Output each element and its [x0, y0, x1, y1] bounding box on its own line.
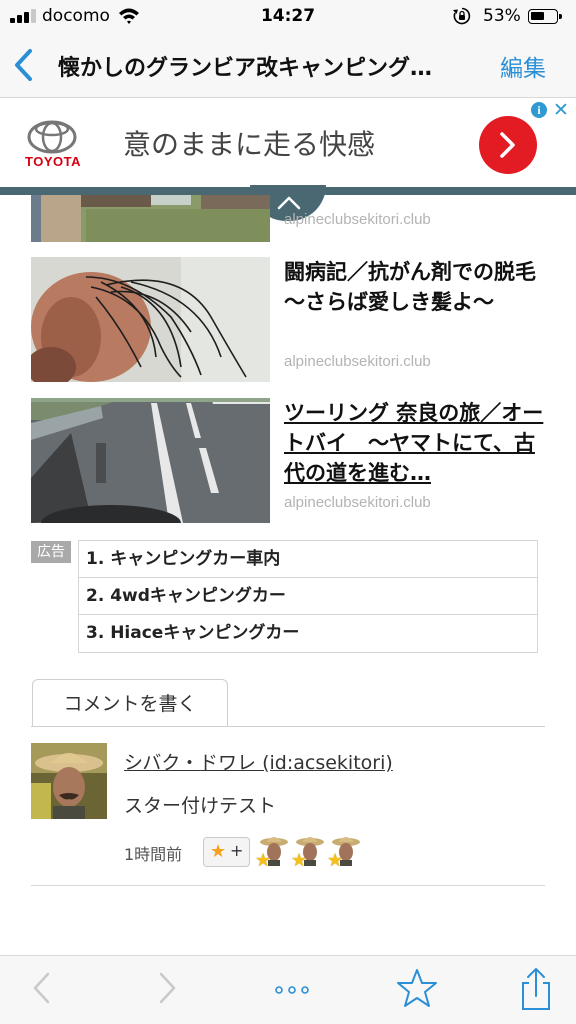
ad-close-icon[interactable]: ✕	[553, 99, 569, 121]
comment-author-link[interactable]: シバク・ドワレ (id:acsekitori)	[124, 748, 393, 775]
article-thumbnail	[31, 257, 270, 382]
ad-go-button[interactable]	[479, 116, 537, 174]
star-giver-avatar[interactable]: ★	[291, 834, 327, 871]
star-icon: ★	[255, 850, 272, 871]
back-chevron-icon[interactable]	[10, 46, 40, 84]
back-arrow-icon[interactable]	[28, 966, 54, 1010]
related-ad-item[interactable]: 3. Hiaceキャンピングカー	[79, 615, 537, 652]
bottom-toolbar	[0, 955, 576, 1024]
article-card[interactable]: ツーリング 奈良の旅／オートバイ 〜ヤマトにて、古代の道を進む… alpinec…	[31, 398, 544, 524]
star-icon: ★	[327, 850, 344, 871]
star-icon: ★	[210, 841, 227, 862]
article-source: alpineclubsekitori.club	[284, 494, 431, 511]
add-star-label: +	[230, 841, 244, 860]
star-icon: ★	[291, 850, 308, 871]
star-giver-avatar[interactable]: ★	[255, 834, 291, 871]
forward-arrow-icon[interactable]	[155, 966, 181, 1010]
ad-brand-name: TOYOTA	[25, 154, 81, 169]
share-icon[interactable]	[518, 966, 554, 1012]
status-bar: docomo 14:27 53%	[0, 0, 576, 32]
article-source: alpineclubsekitori.club	[284, 211, 431, 228]
more-dots-icon[interactable]	[274, 966, 312, 1010]
star-giver-avatar[interactable]: ★	[327, 834, 363, 871]
comment-divider	[31, 726, 545, 727]
comment-timestamp: 1時間前	[124, 845, 183, 864]
article-title-link[interactable]: ツーリング 奈良の旅／オートバイ 〜ヤマトにて、古代の道を進む…	[284, 398, 544, 488]
related-ad-item[interactable]: 2. 4wdキャンピングカー	[79, 578, 537, 615]
comment-bottom-divider	[31, 885, 545, 886]
battery-percent: 53%	[483, 6, 521, 26]
edit-button[interactable]: 編集	[500, 49, 546, 83]
article-card[interactable]: 闘病記／抗がん剤での脱毛 〜さらば愛しき髪よ〜 alpineclubsekito…	[31, 257, 541, 383]
related-ad-list: 1. キャンピングカー車内 2. 4wdキャンピングカー 3. Hiaceキャン…	[78, 540, 538, 653]
star-icon[interactable]	[396, 966, 438, 1010]
article-card[interactable]: alpineclubsekitori.club	[31, 195, 541, 242]
related-ad-item[interactable]: 1. キャンピングカー車内	[79, 541, 537, 578]
ad-info-icon[interactable]: i	[531, 102, 547, 118]
article-source: alpineclubsekitori.club	[284, 353, 431, 370]
ad-headline: 意のままに走る快感	[123, 128, 376, 161]
article-title[interactable]: 闘病記／抗がん剤での脱毛 〜さらば愛しき髪よ〜	[284, 257, 544, 317]
write-comment-button[interactable]: コメントを書く	[32, 679, 228, 727]
chevron-right-icon	[500, 132, 515, 158]
article-thumbnail	[31, 195, 270, 242]
ad-label-badge: 広告	[31, 541, 71, 563]
battery-icon	[528, 9, 562, 24]
add-star-button[interactable]: ★ +	[203, 837, 250, 867]
article-thumbnail	[31, 398, 270, 523]
orientation-lock-icon	[453, 7, 471, 25]
ad-banner[interactable]: TOYOTA 意のままに走る快感 i ✕	[0, 99, 576, 187]
page-title: 懐かしのグランビア改キャンピング…	[58, 56, 433, 81]
navigation-bar: 懐かしのグランビア改キャンピング… 編集	[0, 32, 576, 98]
avatar[interactable]	[31, 743, 107, 819]
comment-body: スター付けテスト	[124, 795, 277, 817]
